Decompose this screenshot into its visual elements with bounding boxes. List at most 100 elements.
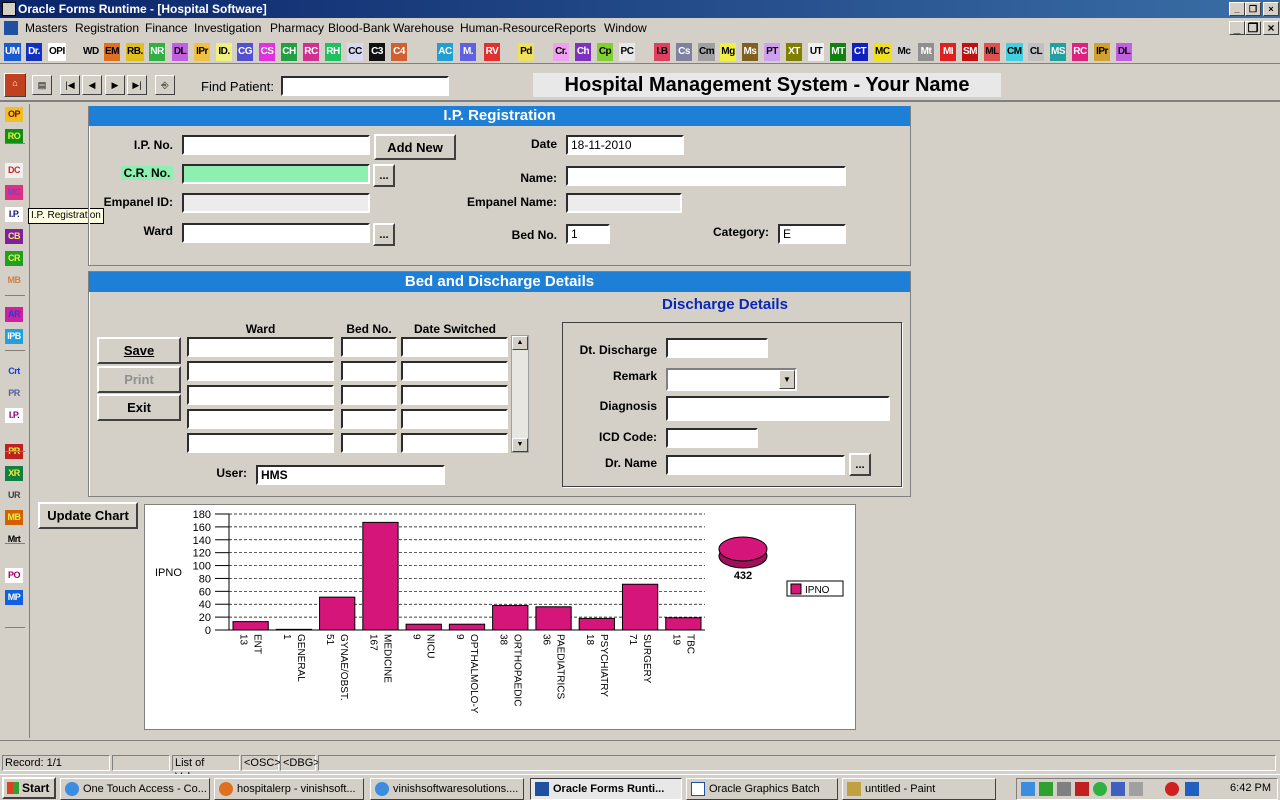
toolbar-opi-icon[interactable]: OPI [48,43,66,61]
toolbar-ms-icon[interactable]: Ms [742,43,758,61]
close-icon[interactable]: × [1263,2,1279,16]
toolbar-c4-icon[interactable]: C4 [391,43,407,61]
toolbar-c3-icon[interactable]: C3 [369,43,385,61]
grid-scrollbar[interactable]: ▲ ▼ [511,335,529,453]
start-button[interactable]: Start [2,777,56,799]
toolbar-cg-icon[interactable]: CG [237,43,253,61]
toolbar-id-icon[interactable]: ID. [216,43,232,61]
category-input[interactable] [778,224,846,244]
ward-input[interactable] [182,223,370,243]
toolbar-m-icon[interactable]: M. [460,43,476,61]
diagnosis-input[interactable] [666,396,890,421]
menu-investigation[interactable]: Investigation [194,18,261,38]
toolbar-mc-icon[interactable]: Mc [896,43,912,61]
toolbar-mg-icon[interactable]: Mg [720,43,736,61]
tray-battery-icon[interactable] [1129,782,1143,796]
task-hospitalerp[interactable]: hospitalerp - vinishsoft... [214,778,364,800]
toolbar-pc-icon[interactable]: PC [619,43,635,61]
child-restore-icon[interactable]: ❐ [1245,21,1261,35]
toolbar-ml-icon[interactable]: ML [984,43,1000,61]
toolbar-um-icon[interactable]: UM [4,43,21,61]
exit-door-icon[interactable]: ⎆ [155,75,175,95]
toolbar-nr-icon[interactable]: NR [149,43,165,61]
toolbar-dl-icon[interactable]: DL [1116,43,1132,61]
task-oracle-forms[interactable]: Oracle Forms Runti... [530,778,682,800]
toolbar-ac-icon[interactable]: AC [437,43,453,61]
name-input[interactable] [566,166,846,186]
sidebar-item-crt[interactable]: Crt [5,364,23,379]
menu-registration[interactable]: Registration [75,18,139,38]
tray-app-icon[interactable] [1039,782,1053,796]
last-record-icon[interactable]: ▶| [127,75,147,95]
menu-blood-bank[interactable]: Blood-Bank [328,18,390,38]
home-icon[interactable]: ⌂ [4,73,26,97]
date-switched-cell[interactable] [401,361,508,381]
toolbar-ct-icon[interactable]: CT [852,43,868,61]
tray-shield-icon[interactable] [1075,782,1089,796]
task-vinishsoftware[interactable]: vinishsoftwaresolutions.... [370,778,524,800]
next-record-icon[interactable]: ▶ [105,75,125,95]
minimize-icon[interactable]: _ [1229,2,1245,16]
ward-cell[interactable] [187,361,334,381]
menu-warehouse[interactable]: Warehouse [393,18,454,38]
remark-select[interactable]: ▼ [666,368,797,391]
task-one-touch[interactable]: One Touch Access - Co... [60,778,210,800]
ward-cell[interactable] [187,385,334,405]
bed-no-cell[interactable] [341,337,397,357]
toolbar-ipr-icon[interactable]: IPr [194,43,210,61]
menu-pharmacy[interactable]: Pharmacy [270,18,324,38]
ward-cell[interactable] [187,433,334,453]
toolbar-cl-icon[interactable]: CL [1028,43,1044,61]
tray-network-icon[interactable] [1021,782,1035,796]
sidebar-item-ip[interactable]: I.P. [5,207,23,222]
cr-no-lov-button[interactable]: ... [373,164,395,187]
toolbar-em-icon[interactable]: EM [104,43,120,61]
cr-no-input[interactable] [182,164,370,184]
exit-button[interactable]: Exit [97,394,181,421]
ward-cell[interactable] [187,409,334,429]
add-new-button[interactable]: Add New [374,134,456,160]
date-input[interactable] [566,135,684,155]
tray-chat-icon[interactable] [1093,782,1107,796]
bed-no-cell[interactable] [341,433,397,453]
toolbar-rb-icon[interactable]: RB. [126,43,144,61]
toolbar-rv-icon[interactable]: RV [484,43,500,61]
chevron-down-icon[interactable]: ▼ [779,370,795,389]
bed-no-cell[interactable] [341,385,397,405]
toolbar-mi-icon[interactable]: MI [940,43,956,61]
scroll-up-icon[interactable]: ▲ [512,336,528,350]
toolbar-ms-icon[interactable]: MS [1050,43,1066,61]
tray-sync-icon[interactable] [1111,782,1125,796]
toolbar-dl-icon[interactable]: DL [172,43,188,61]
toolbar-mt-icon[interactable]: MT [830,43,846,61]
restore-icon[interactable]: ❐ [1245,2,1261,16]
bed-no-cell[interactable] [341,409,397,429]
sidebar-item-mrt[interactable]: Mrt [5,532,23,547]
icd-code-input[interactable] [666,428,758,448]
task-paint[interactable]: untitled - Paint [842,778,996,800]
find-patient-input[interactable] [281,76,449,96]
toolbar-ipr-icon[interactable]: IPr [1094,43,1110,61]
toolbar-pd-icon[interactable]: Pd [518,43,534,61]
toolbar-cm-icon[interactable]: Cm [698,43,716,61]
print-icon[interactable]: ▤ [32,75,52,95]
sidebar-item-dc[interactable]: DC [5,163,23,178]
sidebar-item-ipb[interactable]: IPB [5,329,23,344]
menu-finance[interactable]: Finance [145,18,188,38]
toolbar-mt-icon[interactable]: Mt [918,43,934,61]
menu-human-resource[interactable]: Human-Resource [460,18,554,38]
toolbar-ib-icon[interactable]: I.B [654,43,670,61]
child-close-icon[interactable]: × [1263,21,1279,35]
tray-opera-icon[interactable] [1165,782,1179,796]
sidebar-item-ro[interactable]: RO [5,129,23,144]
toolbar-dr-icon[interactable]: Dr. [26,43,42,61]
toolbar-cc-icon[interactable]: CC [347,43,363,61]
sidebar-item-ar[interactable]: AR [5,307,23,322]
ip-no-input[interactable] [182,135,370,155]
ward-cell[interactable] [187,337,334,357]
sidebar-item-ip[interactable]: I.P. [5,408,23,423]
update-chart-button[interactable]: Update Chart [38,502,138,529]
task-oracle-graphics[interactable]: Oracle Graphics Batch [686,778,838,800]
bed-no-cell[interactable] [341,361,397,381]
toolbar-xt-icon[interactable]: XT [786,43,802,61]
